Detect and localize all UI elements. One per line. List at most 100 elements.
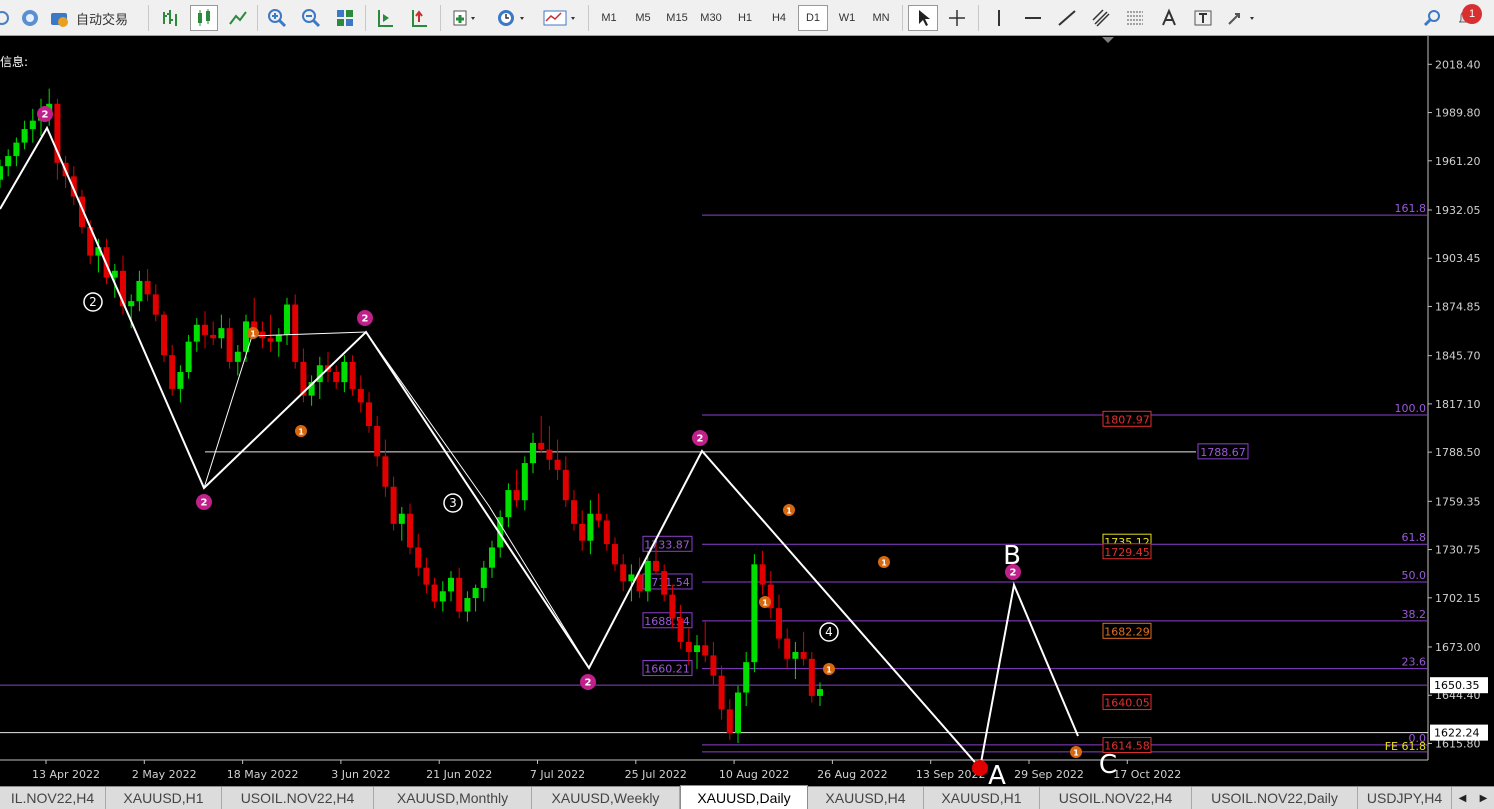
main-toolbar: 自动交易 M1 M5 M15 M30 H1 H4 D1 W1 MN 1	[0, 0, 1494, 36]
timeframe-h1-button[interactable]: H1	[730, 5, 760, 31]
tab-xauusd-h1[interactable]: XAUUSD,H1	[106, 787, 222, 809]
tab-il-nov22-h4[interactable]: IL.NOV22,H4	[0, 787, 106, 809]
candle-body	[653, 560, 659, 572]
timeframe-d1-button[interactable]: D1	[798, 5, 828, 31]
fib-level-label: 23.6	[1402, 656, 1427, 669]
vertical-line-icon[interactable]	[984, 5, 1014, 31]
tab-usoil-nov22-h4-2[interactable]: USOIL.NOV22,H4	[1040, 787, 1192, 809]
tab-usoil-nov22-daily[interactable]: USOIL.NOV22,Daily	[1192, 787, 1358, 809]
tab-scroll-left-icon[interactable]: ◀	[1459, 793, 1467, 804]
zoom-out-icon[interactable]	[296, 5, 326, 31]
fibonacci-icon[interactable]	[1120, 5, 1150, 31]
tab-scroll-controls: ◀ ▶	[1452, 787, 1494, 809]
cursor-tool-icon[interactable]	[908, 5, 938, 31]
price-tick-label: 1759.35	[1435, 495, 1481, 508]
horizontal-line-icon[interactable]	[1018, 5, 1048, 31]
tab-xauusd-weekly[interactable]: XAUUSD,Weekly	[532, 787, 680, 809]
fib-level-label: 100.0	[1395, 402, 1427, 415]
wave-label-b: B	[1003, 541, 1021, 571]
candle-body	[792, 652, 799, 659]
candle-body	[234, 351, 241, 362]
tab-scroll-right-icon[interactable]: ▶	[1480, 793, 1488, 804]
candle-body	[423, 567, 430, 585]
trendline-icon[interactable]	[1052, 5, 1082, 31]
candlestick-chart-icon[interactable]	[190, 5, 218, 31]
crosshair-icon[interactable]	[942, 5, 972, 31]
text-label-icon[interactable]	[1188, 5, 1218, 31]
chart-shift-marker	[1102, 37, 1114, 43]
bar-chart-icon[interactable]	[156, 5, 184, 31]
fe-level-label: FE 61.8	[1385, 740, 1426, 753]
price-chart[interactable]: 2018.40 1989.80 1961.20 1932.05 1903.45 1874.…	[0, 36, 1494, 791]
timeframe-w1-button[interactable]: W1	[832, 5, 862, 31]
candle-body	[177, 372, 184, 389]
candle-body	[5, 156, 12, 167]
candle-body	[489, 547, 495, 568]
candle-body	[505, 490, 512, 518]
timeframe-m1-button[interactable]: M1	[594, 5, 624, 31]
tile-windows-icon[interactable]	[330, 5, 360, 31]
candle-body	[571, 500, 577, 524]
price-tick-label: 1961.20	[1435, 155, 1481, 168]
time-tick-label: 26 Aug 2022	[817, 768, 887, 781]
candle-body	[407, 513, 413, 548]
candle-body	[685, 641, 692, 653]
candle-body	[259, 331, 266, 339]
candle-body	[784, 638, 791, 659]
candle-body	[669, 594, 676, 619]
candle-body	[431, 584, 438, 602]
market-watch-icon[interactable]	[17, 5, 43, 31]
line-chart-icon[interactable]	[224, 5, 252, 31]
wave-marker-1-label: 1	[786, 507, 792, 516]
periodicity-dropdown[interactable]	[492, 5, 532, 31]
auto-scroll-icon[interactable]	[370, 5, 400, 31]
tab-xauusd-daily[interactable]: XAUUSD,Daily	[680, 785, 808, 809]
price-tick-label: 1932.05	[1435, 204, 1481, 217]
tab-usoil-nov22-h4[interactable]: USOIL.NOV22,H4	[222, 787, 374, 809]
timeframe-m15-button[interactable]: M15	[662, 5, 692, 31]
timeframe-m5-button[interactable]: M5	[628, 5, 658, 31]
new-chart-icon[interactable]	[0, 5, 14, 31]
price-tick-label: 1817.10	[1435, 398, 1481, 411]
abc-dashed-line	[701, 450, 981, 769]
candle-body	[185, 341, 192, 373]
time-tick-label: 25 Jul 2022	[625, 768, 687, 781]
candle-body	[472, 587, 479, 599]
candle-body	[128, 301, 135, 307]
right-price-label: 1729.45	[1104, 546, 1150, 559]
candle-body	[161, 314, 167, 356]
auto-trading-icon	[51, 13, 68, 27]
zoom-in-icon[interactable]	[262, 5, 292, 31]
chart-shift-icon[interactable]	[404, 5, 434, 31]
templates-dropdown[interactable]	[538, 5, 582, 31]
timeframe-m30-button[interactable]: M30	[696, 5, 726, 31]
tab-xauusd-monthly[interactable]: XAUUSD,Monthly	[374, 787, 532, 809]
auto-trading-button[interactable]: 自动交易	[48, 5, 144, 31]
candle-body	[595, 513, 602, 521]
search-icon[interactable]	[1420, 5, 1446, 31]
tab-xauusd-h4[interactable]: XAUUSD,H4	[808, 787, 924, 809]
timeframe-h4-button[interactable]: H4	[764, 5, 794, 31]
text-tool-icon[interactable]	[1154, 5, 1184, 31]
tab-usdjpy-h4[interactable]: USDJPY,H4	[1358, 787, 1452, 809]
wave-label-c: C	[1099, 750, 1117, 780]
candle-body	[202, 324, 208, 335]
right-price-label: 1682.29	[1104, 625, 1150, 638]
candle-body	[718, 675, 725, 710]
price-tick-label: 1903.45	[1435, 252, 1481, 265]
arrows-dropdown[interactable]	[1222, 5, 1262, 31]
price-tick-label: 1874.85	[1435, 300, 1481, 313]
chart-canvas[interactable]: 2018.40 1989.80 1961.20 1932.05 1903.45 1874.…	[0, 36, 1494, 791]
fib-level-label: 38.2	[1402, 608, 1427, 621]
equidistant-channel-icon[interactable]	[1086, 5, 1116, 31]
left-price-label: 1660.21	[644, 663, 690, 676]
wave-marker-white-3-label: 3	[449, 496, 457, 510]
wave-marker-2-label: 2	[697, 434, 704, 445]
candle-body	[382, 456, 389, 487]
tab-xauusd-h1-2[interactable]: XAUUSD,H1	[924, 787, 1040, 809]
wave-marker-white-4-label: 4	[825, 625, 833, 639]
wave-label-a: A	[988, 761, 1006, 786]
timeframe-mn-button[interactable]: MN	[866, 5, 896, 31]
wave-channel-left	[46, 127, 205, 489]
indicators-dropdown[interactable]	[446, 5, 484, 31]
